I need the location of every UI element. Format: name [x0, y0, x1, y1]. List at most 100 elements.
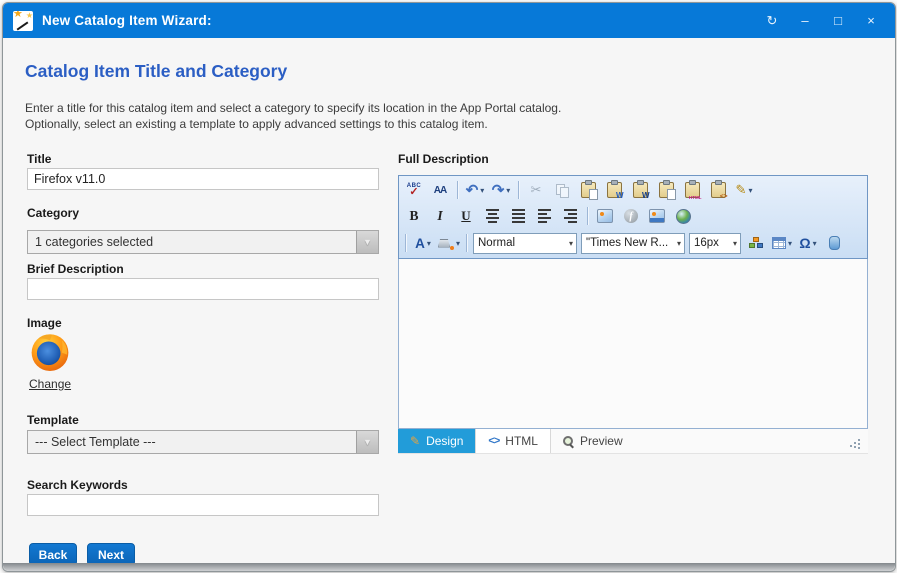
font-name-value: "Times New R...	[582, 237, 674, 249]
change-image-link[interactable]: Change	[29, 377, 71, 391]
cut-button[interactable]: ✂	[524, 179, 548, 201]
redo-dropdown-caret[interactable]: ▾	[506, 186, 510, 195]
background-color-button[interactable]: ▾	[437, 232, 461, 254]
underline-button[interactable]: U	[454, 205, 478, 227]
font-color-caret[interactable]: ▾	[427, 239, 431, 248]
category-select[interactable]: 1 categories selected ▼	[27, 230, 379, 254]
wizard-window: ★ ★ New Catalog Item Wizard: ↻ – □ × Cat…	[2, 2, 896, 572]
paste-from-word-button[interactable]: W	[602, 179, 626, 201]
minimize-icon[interactable]: –	[797, 14, 813, 27]
background-color-caret[interactable]: ▾	[456, 239, 460, 248]
tab-design[interactable]: ✎ Design	[398, 429, 475, 453]
undo-dropdown-caret[interactable]: ▾	[480, 186, 484, 195]
paste-as-html-button[interactable]: HTML	[680, 179, 704, 201]
insert-table-caret[interactable]: ▾	[788, 239, 792, 248]
paste-icon	[581, 182, 596, 198]
chevron-down-icon[interactable]: ▾	[566, 239, 576, 248]
rich-text-editor: ABC ✓ AA ↶ ▾ ↷ ▾	[398, 175, 868, 454]
editor-toolbars: ABC ✓ AA ↶ ▾ ↷ ▾	[398, 175, 868, 259]
search-keywords-input[interactable]	[27, 494, 379, 516]
editor-content-area[interactable]	[398, 259, 868, 429]
font-size-combo[interactable]: 16px ▾	[689, 233, 741, 254]
format-stripper-button[interactable]: ✎ ▾	[732, 179, 756, 201]
tab-design-label: Design	[426, 434, 463, 448]
paste-from-word-icon: W	[607, 182, 622, 198]
spellcheck-button[interactable]: ABC ✓	[402, 179, 426, 201]
star-icon: ★	[26, 11, 33, 20]
copy-icon	[556, 184, 569, 197]
paste-plain-text-icon	[659, 182, 674, 198]
redo-button[interactable]: ↷ ▾	[489, 179, 513, 201]
apply-css-class-button[interactable]	[744, 232, 768, 254]
toolbar-separator	[587, 207, 588, 225]
find-replace-button[interactable]: AA	[428, 179, 452, 201]
module-manager-icon	[829, 236, 840, 250]
paste-plain-text-button[interactable]	[654, 179, 678, 201]
align-right-icon	[564, 209, 577, 223]
cut-icon: ✂	[531, 182, 542, 198]
omega-symbol-icon: Ω	[799, 235, 810, 251]
toolbar-row-3: A ▾ ▾ Normal ▾ "Times New R... ▾	[401, 229, 865, 257]
chevron-down-icon[interactable]: ▼	[356, 231, 378, 253]
tab-html[interactable]: <> HTML	[475, 429, 551, 453]
flash-manager-button[interactable]: f	[619, 205, 643, 227]
image-manager-icon	[597, 209, 613, 223]
image-manager-button[interactable]	[593, 205, 617, 227]
template-label: Template	[27, 413, 79, 427]
align-left-button[interactable]	[532, 205, 556, 227]
italic-icon: I	[437, 208, 442, 224]
hyperlink-manager-button[interactable]	[671, 205, 695, 227]
insert-symbol-button[interactable]: Ω ▾	[796, 232, 820, 254]
chevron-down-icon[interactable]: ▾	[674, 239, 684, 248]
chevron-down-icon[interactable]: ▼	[356, 431, 378, 453]
bold-button[interactable]: B	[402, 205, 426, 227]
table-icon	[772, 237, 786, 249]
font-name-combo[interactable]: "Times New R... ▾	[581, 233, 685, 254]
chevron-down-icon[interactable]: ▾	[730, 239, 740, 248]
insert-symbol-caret[interactable]: ▾	[813, 239, 817, 248]
html-tag-icon: <>	[488, 435, 499, 447]
align-right-button[interactable]	[558, 205, 582, 227]
flash-icon: f	[624, 209, 638, 223]
insert-table-button[interactable]: ▾	[770, 232, 794, 254]
toolbar-row-1: ABC ✓ AA ↶ ▾ ↷ ▾	[401, 177, 865, 203]
tab-preview-label: Preview	[580, 434, 623, 448]
italic-button[interactable]: I	[428, 205, 452, 227]
paste-html-code-button[interactable]: <>	[706, 179, 730, 201]
tab-preview[interactable]: Preview	[551, 429, 635, 453]
paste-button[interactable]	[576, 179, 600, 201]
align-left-icon	[538, 209, 551, 223]
maximize-icon[interactable]: □	[830, 14, 846, 27]
resize-grip[interactable]	[850, 429, 868, 453]
justify-button[interactable]	[506, 205, 530, 227]
star-icon: ★	[13, 11, 23, 20]
title-input[interactable]	[27, 168, 379, 190]
close-icon[interactable]: ×	[863, 14, 879, 27]
redo-icon: ↷	[492, 183, 505, 198]
module-manager-button[interactable]	[822, 232, 846, 254]
align-center-button[interactable]	[480, 205, 504, 227]
paste-from-word-strip-button[interactable]: W	[628, 179, 652, 201]
undo-button[interactable]: ↶ ▾	[463, 179, 487, 201]
refresh-icon[interactable]: ↻	[764, 14, 780, 27]
undo-icon: ↶	[466, 183, 479, 198]
font-color-button[interactable]: A ▾	[411, 232, 435, 254]
toolbar-row-2: B I U f	[401, 203, 865, 229]
bold-icon: B	[409, 208, 418, 224]
intro-line-2: Optionally, select an existing a templat…	[25, 117, 561, 133]
search-keywords-label: Search Keywords	[27, 478, 128, 492]
font-color-icon: A	[415, 236, 425, 251]
media-manager-button[interactable]	[645, 205, 669, 227]
magnifier-icon	[563, 436, 574, 447]
template-select[interactable]: --- Select Template --- ▼	[27, 430, 379, 454]
full-description-label: Full Description	[398, 152, 489, 166]
toolbar-separator	[518, 181, 519, 199]
titlebar: ★ ★ New Catalog Item Wizard: ↻ – □ ×	[3, 3, 895, 38]
copy-button[interactable]	[550, 179, 574, 201]
spellcheck-icon: ABC ✓	[407, 183, 422, 198]
paste-as-html-icon: HTML	[685, 182, 700, 198]
format-stripper-caret[interactable]: ▾	[748, 186, 752, 195]
paragraph-style-combo[interactable]: Normal ▾	[473, 233, 577, 254]
wand-icon	[17, 21, 29, 30]
brief-description-input[interactable]	[27, 278, 379, 300]
